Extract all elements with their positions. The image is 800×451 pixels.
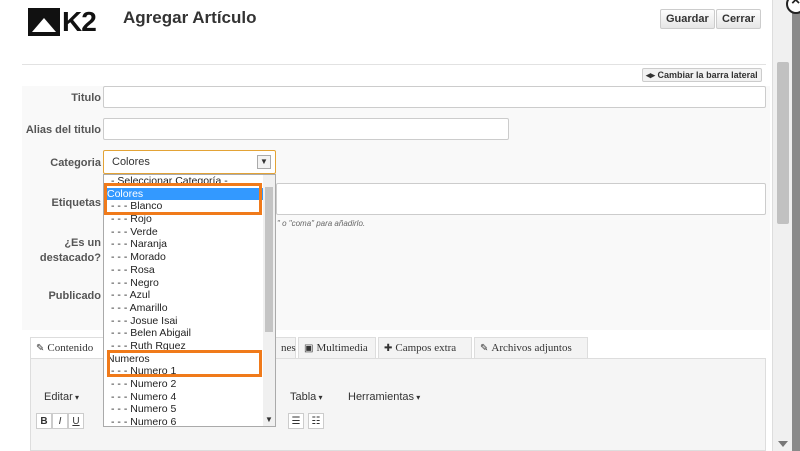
alias-input[interactable] xyxy=(103,118,509,140)
category-option[interactable]: - - - Josue Isai xyxy=(104,315,264,328)
category-option[interactable]: - - - Naranja xyxy=(104,238,264,251)
tab-label: nes xyxy=(281,342,296,354)
category-option[interactable]: - - - Numero 4 xyxy=(104,391,264,404)
category-option[interactable]: - - - Azul xyxy=(104,289,264,302)
tags-input[interactable] xyxy=(276,183,766,215)
k2-logo: K2 xyxy=(28,6,97,38)
editor-toolbar-2 xyxy=(36,435,766,451)
featured-label-line1: ¿Es un xyxy=(64,237,101,249)
category-option[interactable]: - - - Amarillo xyxy=(104,302,264,315)
close-button[interactable]: Cerrar xyxy=(716,9,762,29)
k2-logo-mark-icon xyxy=(28,8,60,36)
tags-label: Etiquetas xyxy=(51,197,101,209)
menu-editar[interactable]: Editar xyxy=(44,391,79,403)
tab-label: Archivos adjuntos xyxy=(491,342,572,354)
toggle-sidebar-button[interactable]: ◂▸ Cambiar la barra lateral xyxy=(642,68,762,82)
chevron-down-icon[interactable]: ▼ xyxy=(265,415,273,424)
category-option[interactable]: - - - Rosa xyxy=(104,264,264,277)
published-label: Publicado xyxy=(48,290,101,302)
paperclip-icon: ✎ xyxy=(480,343,489,354)
category-option[interactable]: - - - Numero 5 xyxy=(104,403,264,416)
featured-label-line2: destacado? xyxy=(39,252,101,264)
highlight-box-colores xyxy=(104,183,262,215)
toggle-arrows-icon: ◂▸ xyxy=(646,70,658,80)
tab-contenido[interactable]: ✎ Contenido xyxy=(30,337,106,358)
modal-scrollbar[interactable] xyxy=(772,0,792,451)
alias-label: Alias del titulo xyxy=(25,124,101,136)
title-input[interactable] xyxy=(103,86,766,108)
category-option[interactable]: - - - Negro xyxy=(104,277,264,290)
add-article-modal: K2 Agregar Artículo Guardar Cerrar ◂▸ Ca… xyxy=(0,0,792,451)
logo-text: K2 xyxy=(62,6,97,37)
page-title: Agregar Artículo xyxy=(123,8,257,27)
category-option[interactable]: - - - Numero 6 xyxy=(104,416,264,426)
numbered-list-icon[interactable]: ☷ xyxy=(308,413,324,429)
category-label: Categoria xyxy=(50,157,101,169)
tab-campos-extra[interactable]: ✚ Campos extra xyxy=(378,337,472,358)
title-label: Titulo xyxy=(71,92,101,104)
bullet-list-icon[interactable]: ☰ xyxy=(288,413,304,429)
tab-multimedia[interactable]: ▣ Multimedia xyxy=(298,337,376,358)
italic-button[interactable]: I xyxy=(52,413,68,429)
chevron-down-icon[interactable]: ▼ xyxy=(257,155,271,169)
tab-label: Contenido xyxy=(47,342,94,354)
edit-icon: ✎ xyxy=(36,343,45,354)
film-icon: ▣ xyxy=(304,343,314,354)
category-option[interactable]: - - - Verde xyxy=(104,226,264,239)
category-option[interactable]: - - - Belen Abigail xyxy=(104,327,264,340)
dropdown-scrollbar[interactable]: ▼ xyxy=(263,175,275,426)
category-select[interactable]: Colores ▼ xyxy=(103,150,276,174)
category-option[interactable]: - - - Numero 2 xyxy=(104,378,264,391)
category-option[interactable]: - - - Morado xyxy=(104,251,264,264)
tag-icon: ✚ xyxy=(384,343,393,354)
category-selected-value: Colores xyxy=(112,156,150,168)
dropdown-scroll-thumb[interactable] xyxy=(265,187,273,332)
save-button[interactable]: Guardar xyxy=(660,9,715,29)
scroll-thumb[interactable] xyxy=(777,62,789,224)
tags-hint: " o "coma" para añadirlo. xyxy=(277,219,366,228)
bold-button[interactable]: B xyxy=(36,413,52,429)
scroll-down-icon[interactable] xyxy=(778,441,788,447)
tab-label: Multimedia xyxy=(316,342,368,354)
divider xyxy=(22,64,766,65)
underline-button[interactable]: U xyxy=(68,413,84,429)
tab-archivos-adjuntos[interactable]: ✎ Archivos adjuntos xyxy=(474,337,588,358)
toggle-sidebar-label: Cambiar la barra lateral xyxy=(657,70,758,80)
highlight-box-numeros xyxy=(107,350,262,377)
tab-label: Campos extra xyxy=(395,342,457,354)
menu-herramientas[interactable]: Herramientas xyxy=(348,391,420,403)
menu-tabla[interactable]: Tabla xyxy=(290,391,323,403)
